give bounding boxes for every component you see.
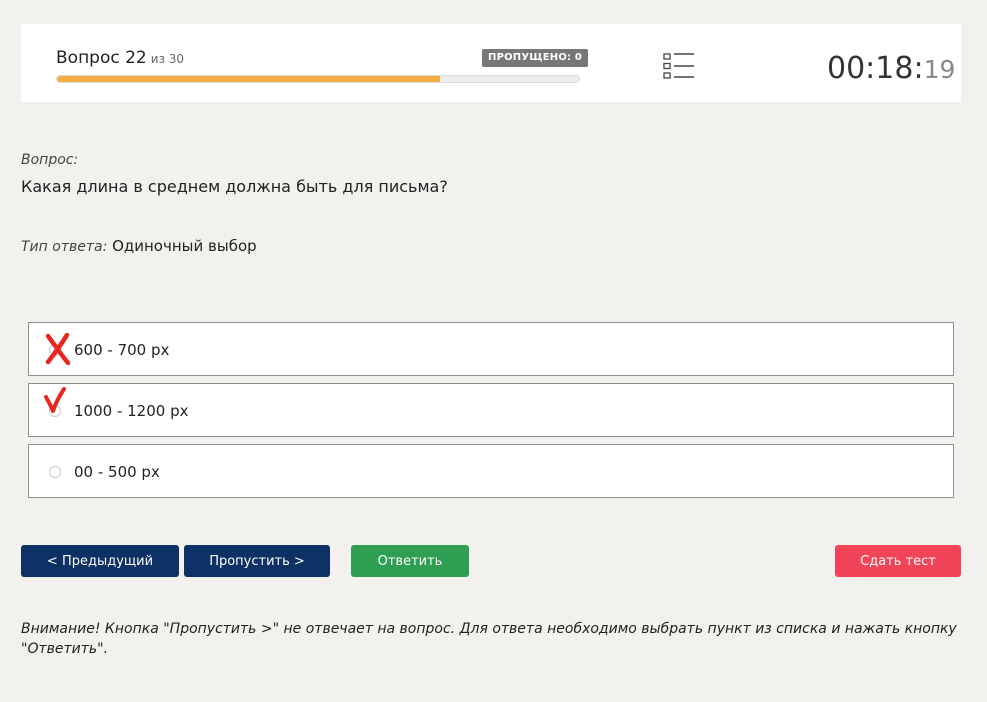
question-total: из 30	[150, 52, 185, 66]
option-label: 1000 - 1200 px	[74, 402, 189, 420]
answer-type-label: Тип ответа:	[21, 239, 108, 255]
correct-check-icon	[43, 387, 67, 419]
question-counter: Вопрос 22 из 30	[56, 48, 184, 68]
list-icon[interactable]	[663, 52, 695, 80]
answer-type-value: Одиночный выбор	[112, 237, 257, 255]
option-label: 00 - 500 px	[74, 463, 160, 481]
answer-type: Тип ответа: Одиночный выбор	[21, 237, 257, 255]
question-header: Вопрос 22 из 30 ПРОПУЩЕНО: 0 00:18:19	[21, 24, 961, 102]
option-label: 600 - 700 px	[74, 341, 170, 359]
skipped-badge: ПРОПУЩЕНО: 0	[482, 49, 589, 67]
question-label: Вопрос:	[21, 152, 79, 168]
timer-main: 00:18:	[827, 51, 924, 86]
timer: 00:18:19	[827, 51, 955, 86]
answer-option-1[interactable]: 600 - 700 px	[28, 322, 954, 376]
progress-bar	[56, 75, 580, 83]
radio-button[interactable]	[49, 466, 61, 478]
progress-fill	[57, 76, 440, 82]
skip-button[interactable]: Пропустить >	[184, 545, 330, 577]
question-text: Какая длина в среднем должна быть для пи…	[21, 177, 448, 196]
answer-option-3[interactable]: 00 - 500 px	[28, 444, 954, 498]
answer-option-2[interactable]: 1000 - 1200 px	[28, 383, 954, 437]
wrong-cross-icon	[45, 332, 71, 369]
previous-button[interactable]: < Предыдущий	[21, 545, 179, 577]
question-number: Вопрос 22	[56, 48, 147, 68]
timer-seconds: 19	[923, 55, 956, 84]
answer-button[interactable]: Ответить	[351, 545, 469, 577]
warning-note: Внимание! Кнопка "Пропустить >" не отвеч…	[21, 621, 957, 657]
finish-test-button[interactable]: Сдать тест	[835, 545, 961, 577]
